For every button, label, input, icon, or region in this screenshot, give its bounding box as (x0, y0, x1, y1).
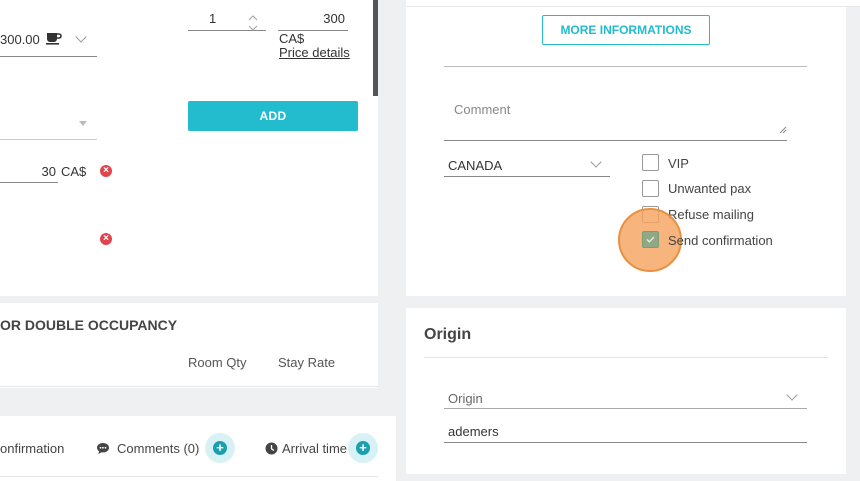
send-confirmation-label: Send confirmation (668, 233, 773, 248)
price-currency: CA$ (279, 31, 305, 46)
more-informations-button[interactable]: MORE INFORMATIONS (542, 15, 710, 45)
panel-scrollbar[interactable] (373, 0, 378, 96)
price-input[interactable]: 300 (278, 6, 348, 31)
country-value: CANADA (448, 158, 503, 173)
comment-placeholder: Comment (454, 102, 511, 117)
country-select[interactable]: CANADA (444, 152, 610, 177)
amount-input[interactable]: 30 (0, 158, 58, 183)
price-value: 300 (323, 11, 345, 26)
vip-checkbox[interactable] (642, 154, 659, 171)
origin-user-input[interactable]: ademers (444, 420, 807, 443)
unwanted-pax-label: Unwanted pax (668, 181, 752, 196)
service-select[interactable] (0, 107, 97, 140)
price-select-value: 300.00 (0, 32, 40, 47)
chevron-down-icon (75, 31, 87, 43)
price-select[interactable]: 300.00 (0, 22, 97, 57)
plus-icon: + (213, 441, 227, 455)
remove-icon[interactable]: × (100, 233, 112, 245)
occupancy-title: OR DOUBLE OCCUPANCY (0, 317, 178, 333)
chevron-down-icon (786, 389, 798, 401)
send-confirmation-checkbox[interactable] (642, 231, 659, 248)
divider (424, 357, 828, 358)
tab-arrival-time[interactable]: Arrival time (282, 441, 347, 456)
comment-icon (96, 442, 110, 460)
origin-title: Origin (424, 326, 472, 343)
divider (444, 66, 807, 67)
quantity-value: 1 (209, 11, 217, 26)
caret-down-icon (79, 121, 87, 126)
divider (0, 476, 378, 477)
chevron-down-icon (590, 156, 602, 168)
unwanted-pax-checkbox[interactable] (642, 180, 659, 197)
add-arrival-time-button[interactable]: + (348, 433, 378, 463)
price-details-link[interactable]: Price details (279, 45, 350, 60)
vip-label: VIP (668, 156, 689, 171)
add-comment-button[interactable]: + (205, 433, 235, 463)
resize-handle-icon[interactable] (779, 121, 787, 139)
origin-select[interactable]: Origin (444, 386, 807, 409)
column-header-stay-rate: Stay Rate (278, 355, 336, 370)
top-strip (406, 0, 860, 7)
coffee-icon (46, 31, 62, 50)
remove-icon[interactable]: × (100, 165, 112, 177)
occupancy-panel: OR DOUBLE OCCUPANCY Room Qty Stay Rate (0, 303, 378, 388)
origin-select-placeholder: Origin (448, 391, 483, 406)
tab-confirmation[interactable]: onfirmation (0, 441, 64, 456)
amount-value: 30 (41, 164, 56, 179)
divider (0, 386, 378, 387)
stepper-down-icon[interactable] (248, 19, 258, 37)
comment-textarea[interactable]: Comment (444, 94, 787, 141)
quantity-stepper[interactable]: 1 (188, 6, 266, 31)
clock-icon (265, 442, 278, 460)
tab-comments[interactable]: Comments (0) (117, 441, 199, 456)
refuse-mailing-label: Refuse mailing (668, 207, 754, 222)
column-header-room-qty: Room Qty (188, 355, 247, 370)
plus-icon: + (356, 441, 370, 455)
add-button[interactable]: ADD (188, 101, 358, 131)
amount-currency: CA$ (61, 164, 87, 179)
check-icon (646, 236, 655, 243)
origin-user-value: ademers (448, 424, 499, 439)
